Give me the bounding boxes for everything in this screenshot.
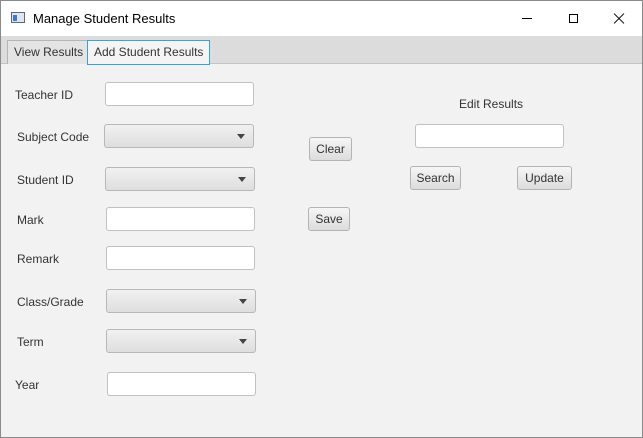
app-window-icon [11,12,25,23]
edit-search-input[interactable] [415,124,564,148]
save-button[interactable]: Save [308,207,350,231]
subject-code-label: Subject Code [17,130,90,144]
update-button[interactable]: Update [517,166,572,190]
student-id-combo[interactable] [105,167,255,191]
class-grade-combo[interactable] [106,289,256,313]
maximize-button[interactable] [550,1,596,36]
title-bar[interactable]: Manage Student Results [1,1,642,36]
mark-input[interactable] [106,207,255,231]
term-combo[interactable] [106,329,256,353]
tab-strip: View Results Add Student Results [1,36,642,65]
tab-view-results[interactable]: View Results [7,40,91,64]
year-label: Year [15,378,40,392]
chevron-down-icon [238,177,246,182]
manage-student-results-window: Manage Student Results View Results Add … [0,0,643,438]
subject-code-combo[interactable] [104,124,254,148]
window-title: Manage Student Results [33,11,176,26]
teacher-id-input[interactable] [105,82,254,106]
edit-results-heading: Edit Results [459,97,524,111]
remark-label: Remark [17,252,60,266]
maximize-icon [568,14,578,23]
tab-add-student-results[interactable]: Add Student Results [87,40,211,65]
mark-label: Mark [17,213,44,227]
close-icon [613,13,625,25]
term-label: Term [17,335,44,349]
clear-button[interactable]: Clear [309,137,352,161]
teacher-id-label: Teacher ID [15,88,74,102]
class-grade-label: Class/Grade [17,295,84,309]
chevron-down-icon [237,134,245,139]
close-button[interactable] [596,1,642,36]
chevron-down-icon [239,299,247,304]
minimize-button[interactable] [504,1,550,36]
minimize-icon [522,18,532,19]
student-id-label: Student ID [17,173,74,187]
chevron-down-icon [239,339,247,344]
remark-input[interactable] [106,246,255,270]
year-input[interactable] [107,372,256,396]
search-button[interactable]: Search [410,166,461,190]
